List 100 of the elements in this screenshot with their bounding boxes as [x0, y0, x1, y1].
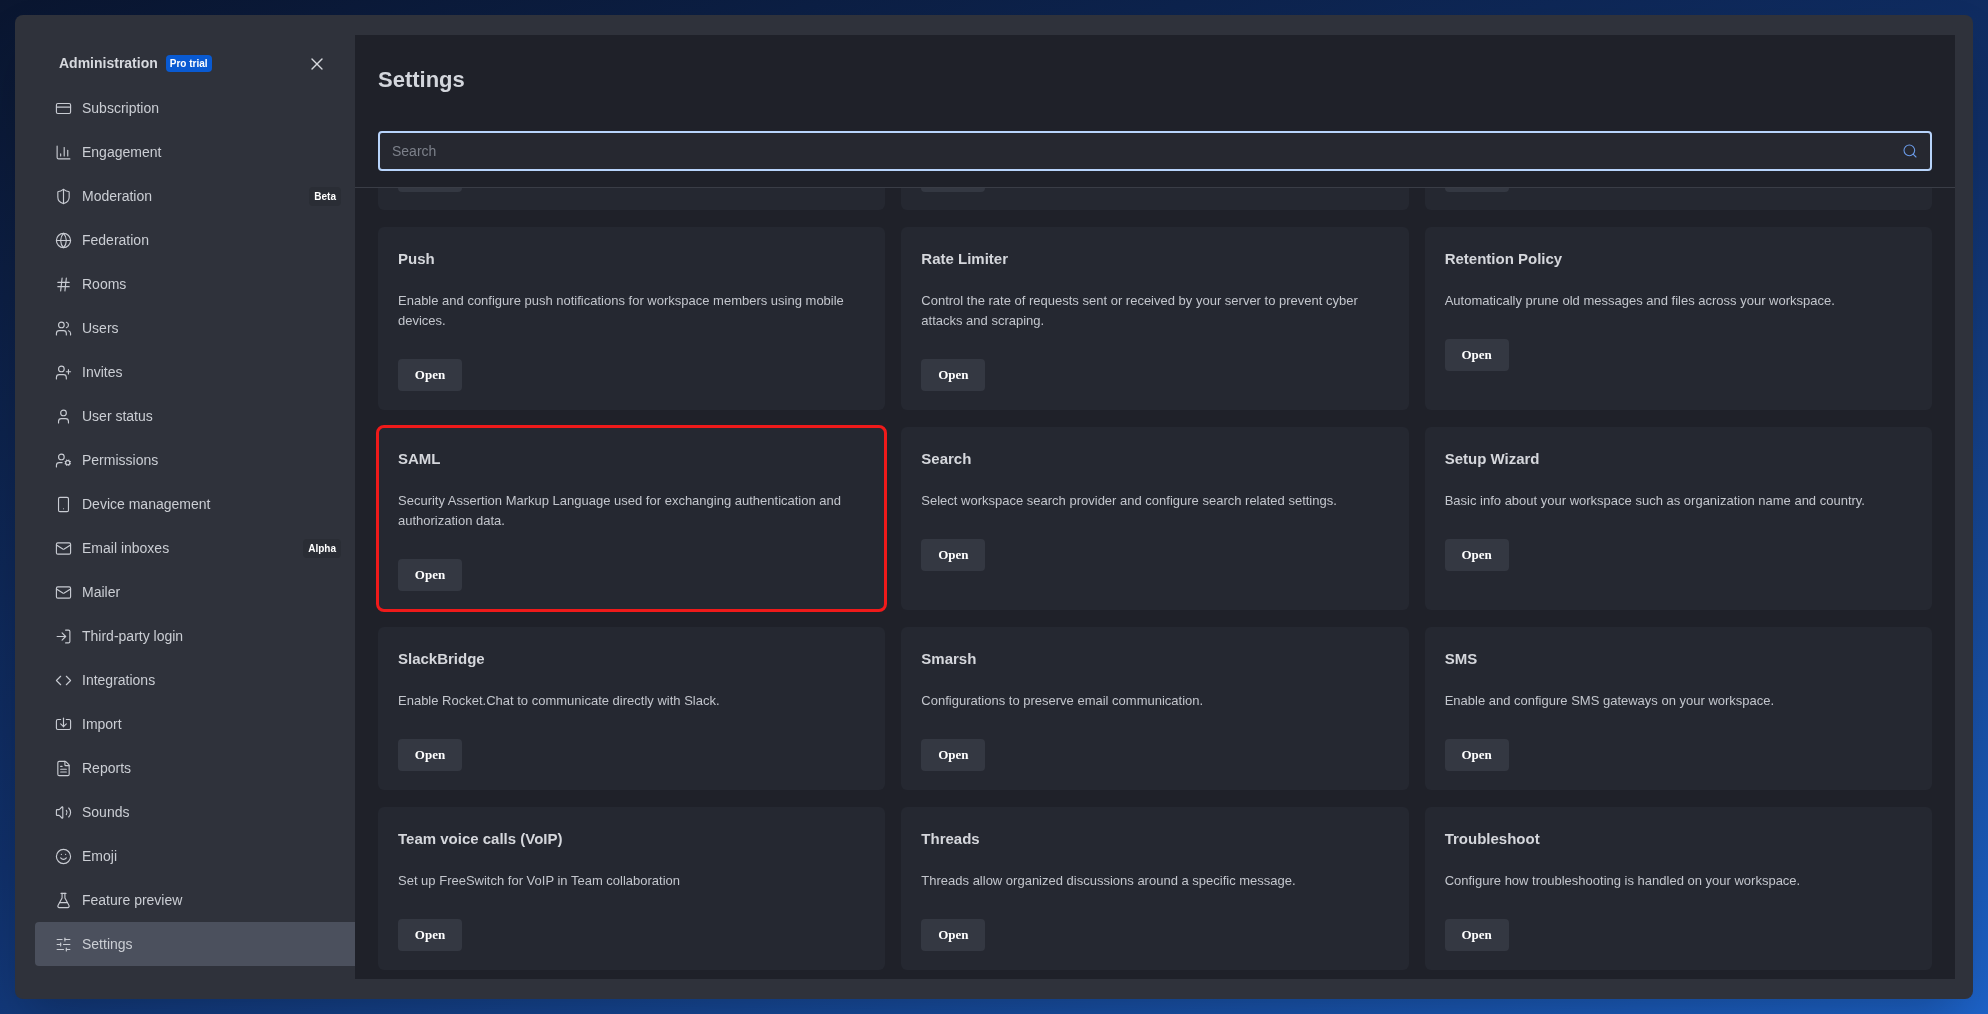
card-title: Rate Limiter [921, 249, 1010, 269]
open-button[interactable]: Open [1444, 539, 1509, 571]
sidebar-item-label: Users [82, 318, 119, 338]
open-button[interactable]: Open [921, 359, 986, 391]
card-title: SAML [398, 449, 442, 469]
sliders-icon [55, 935, 72, 953]
sidebar-item-label: User status [82, 406, 153, 426]
sidebar-item-label: Engagement [82, 142, 162, 162]
card-description: Enable and configure push notifications for workspace members using mobile devices. [398, 292, 845, 330]
user-icon [55, 407, 72, 425]
open-button[interactable]: Open [921, 739, 986, 771]
sidebar-item[interactable]: Federation [35, 218, 355, 262]
sidebar-item-label: Settings [82, 934, 133, 954]
open-button[interactable]: Open [1444, 339, 1509, 371]
sidebar-item[interactable]: Invites [35, 350, 355, 394]
open-button[interactable]: Open [398, 739, 462, 771]
open-button[interactable]: Open [398, 919, 462, 951]
card-title: Setup Wizard [1444, 449, 1541, 469]
sidebar-item-label: Rooms [82, 274, 127, 294]
login-icon [55, 627, 72, 645]
sidebar-item[interactable]: Third-party login [35, 614, 355, 658]
card-description: Configurations to preserve email communication. [921, 692, 1205, 710]
card-title: Smarsh [921, 649, 978, 669]
sidebar-item[interactable]: Users [35, 306, 355, 350]
card-description: Threads allow organized discussions around a specific message. [921, 872, 1297, 890]
hash-icon [55, 275, 72, 293]
card-description: Enable Rocket.Chat to communicate directly with Slack. [398, 692, 721, 710]
sidebar-item-label: Emoji [82, 846, 117, 866]
card-title: SMS [1444, 649, 1479, 669]
sidebar-item-label: Integrations [82, 670, 156, 690]
import-icon [55, 715, 72, 733]
sidebar-item[interactable]: Sounds [35, 790, 355, 834]
card-title: SlackBridge [398, 649, 486, 669]
mail-icon [55, 539, 72, 557]
mail-icon [55, 583, 72, 601]
sidebar-item-label: Email inboxes [82, 538, 170, 558]
card-description: Basic info about your workspace such as organization name and country. [1444, 492, 1866, 510]
sidebar-item-label: Feature preview [82, 890, 183, 910]
sidebar-item-label: Device management [82, 494, 211, 514]
flask-icon [55, 891, 72, 909]
open-button[interactable]: Open [1444, 739, 1509, 771]
sidebar-item[interactable]: User status [35, 394, 355, 438]
sidebar-item[interactable]: Device management [35, 482, 355, 526]
sidebar-item[interactable]: Engagement [35, 130, 355, 174]
sidebar-item[interactable]: Moderation Beta [35, 174, 355, 218]
status-badge: Alpha [303, 538, 341, 558]
plan-badge: Pro trial [165, 55, 212, 72]
open-button[interactable]: Open [398, 359, 462, 391]
sidebar-item-label: Permissions [82, 450, 159, 470]
sidebar-item-label: Invites [82, 362, 123, 382]
speaker-icon [55, 803, 72, 821]
card-title: Threads [921, 829, 981, 849]
globe-icon [55, 231, 72, 249]
open-button[interactable]: Open [1444, 919, 1509, 951]
bar-chart-icon [55, 143, 72, 161]
user-plus-icon [55, 363, 72, 381]
user-gear-icon [55, 451, 72, 469]
open-button[interactable]: Open [921, 919, 986, 951]
sidebar-item[interactable]: Email inboxes Alpha [35, 526, 355, 570]
smiley-icon [55, 847, 72, 865]
status-badge: Beta [309, 186, 341, 206]
sidebar-item-label: Sounds [82, 802, 130, 822]
card-description: Security Assertion Markup Language used for exchanging authentication and authorization data. [398, 492, 842, 530]
sidebar-title: Administration [59, 54, 158, 73]
document-icon [55, 759, 72, 777]
search-field[interactable]: Search [378, 131, 1932, 171]
sidebar-item[interactable]: Reports [35, 746, 355, 790]
card-title: Retention Policy [1444, 249, 1564, 269]
sidebar-item[interactable]: Import [35, 702, 355, 746]
card-description: Control the rate of requests sent or received by your server to prevent cyber attacks and scraping. [921, 292, 1359, 330]
card-description: Select workspace search provider and configure search related settings. [921, 492, 1338, 510]
sidebar-item[interactable]: Subscription [35, 86, 355, 130]
shield-icon [55, 187, 72, 205]
card-description: Enable and configure SMS gateways on your workspace. [1444, 692, 1776, 710]
card-description: Set up FreeSwitch for VoIP in Team collaboration [398, 872, 682, 890]
card-description: Configure how troubleshooting is handled on your workspace. [1444, 872, 1802, 890]
card-title: Search [921, 449, 973, 469]
sidebar-item-label: Third-party login [82, 626, 184, 646]
sidebar-item-label: Federation [82, 230, 149, 250]
card-description: Automatically prune old messages and files across your workspace. [1444, 292, 1836, 310]
open-button[interactable]: Open [398, 559, 462, 591]
page-title: Settings [378, 66, 466, 94]
sidebar-item-label: Moderation [82, 186, 153, 206]
open-button[interactable]: Open [921, 539, 986, 571]
card-title: Troubleshoot [1444, 829, 1541, 849]
sidebar-item[interactable]: Permissions [35, 438, 355, 482]
phone-icon [55, 495, 72, 513]
sidebar-item[interactable]: Mailer [35, 570, 355, 614]
search-icon [1902, 143, 1918, 159]
sidebar-item[interactable]: Rooms [35, 262, 355, 306]
sidebar-item-label: Import [82, 714, 122, 734]
sidebar-item-label: Mailer [82, 582, 121, 602]
sidebar-item-label: Reports [82, 758, 132, 778]
sidebar-item-label: Subscription [82, 98, 160, 118]
sidebar-item[interactable]: Integrations [35, 658, 355, 702]
card-title: Push [398, 249, 436, 269]
sidebar-item[interactable]: Settings [35, 922, 355, 966]
sidebar-item[interactable]: Emoji [35, 834, 355, 878]
sidebar-item[interactable]: Feature preview [35, 878, 355, 922]
card-title: Team voice calls (VoIP) [398, 829, 564, 849]
